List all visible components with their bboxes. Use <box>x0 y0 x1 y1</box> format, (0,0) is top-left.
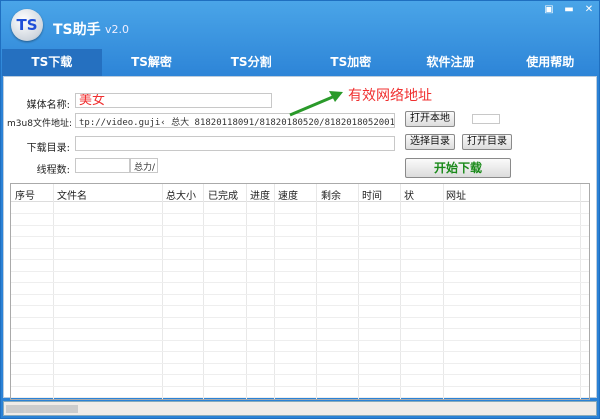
open-dir-button[interactable]: 打开目录 <box>462 134 512 150</box>
minimize-icon[interactable]: ▬ <box>562 4 576 15</box>
tab-ts-split[interactable]: TS分割 <box>201 49 301 76</box>
tab-ts-decrypt[interactable]: TS解密 <box>102 49 202 76</box>
app-logo: TS <box>11 9 43 41</box>
app-version: v2.0 <box>105 23 130 36</box>
main-tabs: TS下载 TS解密 TS分割 TS加密 软件注册 使用帮助 <box>2 49 600 76</box>
status-bar <box>3 401 597 416</box>
row-gridline <box>11 270 589 272</box>
threads-dropdown[interactable]: 总力/ <box>130 158 158 173</box>
row-gridline <box>11 247 589 249</box>
row-gridline <box>11 374 589 375</box>
col-header[interactable]: 剩余 <box>321 187 341 202</box>
row-gridline <box>11 339 589 341</box>
tab-ts-download[interactable]: TS下载 <box>2 49 102 76</box>
start-download-button[interactable]: 开始下载 <box>405 158 511 178</box>
row-gridline <box>11 282 589 283</box>
annotation-text: 有效网络地址 <box>348 88 432 104</box>
col-header[interactable]: 进度 <box>250 187 270 202</box>
row-gridline <box>11 305 589 306</box>
row-gridline <box>11 328 589 329</box>
download-table: 序号 文件名 总大小 已完成 进度 速度 剩余 时间 状 网址 <box>10 183 590 400</box>
row-gridline <box>11 362 589 364</box>
col-header[interactable]: 序号 <box>15 187 35 202</box>
tab-ts-encrypt[interactable]: TS加密 <box>301 49 401 76</box>
threads-label: 线程数: <box>36 165 70 176</box>
col-header[interactable]: 网址 <box>446 187 466 202</box>
row-gridline <box>11 224 589 226</box>
row-gridline <box>11 351 589 352</box>
col-header[interactable]: 文件名 <box>57 187 87 202</box>
open-local-button[interactable]: 打开本地 <box>405 111 455 127</box>
media-name-input[interactable]: 美女 <box>75 93 272 108</box>
download-dir-label: 下载目录: <box>26 143 70 154</box>
close-icon[interactable]: ✕ <box>582 4 596 15</box>
media-name-label: 媒体名称: <box>26 100 70 111</box>
small-box <box>472 114 500 124</box>
tab-help[interactable]: 使用帮助 <box>500 49 600 76</box>
status-progress <box>6 405 78 413</box>
logo-text: TS <box>16 16 38 34</box>
row-gridline <box>11 259 589 260</box>
annotation-arrow-icon <box>289 91 343 117</box>
row-gridline <box>11 213 589 214</box>
row-gridline <box>11 293 589 295</box>
col-header[interactable]: 速度 <box>278 187 298 202</box>
m3u8-label: m3u8文件地址: <box>7 119 72 129</box>
row-gridline <box>11 385 589 387</box>
col-header[interactable]: 已完成 <box>208 187 238 202</box>
col-header[interactable]: 总大小 <box>166 187 196 202</box>
choose-dir-button[interactable]: 选择目录 <box>405 134 455 150</box>
row-gridline <box>11 397 589 398</box>
download-dir-input[interactable] <box>75 136 395 151</box>
col-header[interactable]: 时间 <box>362 187 382 202</box>
row-gridline <box>11 316 589 318</box>
restore-icon[interactable]: ▣ <box>542 4 556 15</box>
tab-register[interactable]: 软件注册 <box>401 49 501 76</box>
app-title: TS助手 <box>53 22 101 38</box>
threads-input[interactable] <box>75 158 130 173</box>
row-gridline <box>11 236 589 237</box>
col-header[interactable]: 状 <box>404 187 414 202</box>
